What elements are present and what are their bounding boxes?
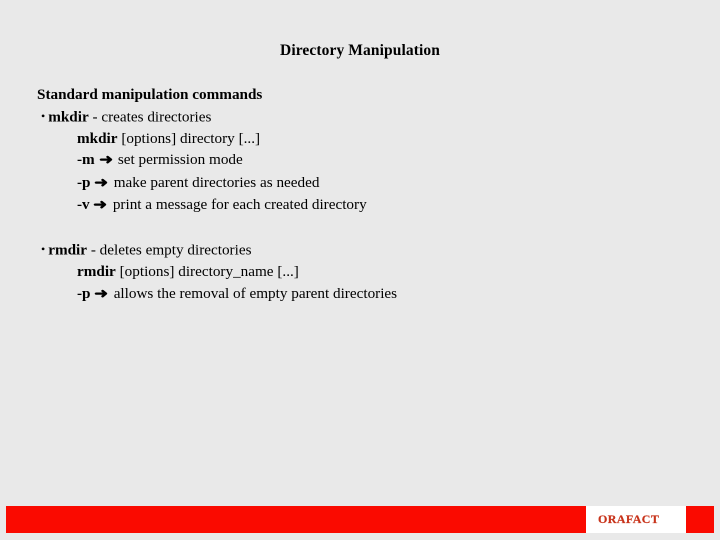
command-name: mkdir	[48, 108, 89, 126]
presentation-slide: Directory Manipulation Standard manipula…	[0, 0, 720, 540]
option-description: print a message for each created directo…	[112, 196, 367, 214]
right-arrow-icon: ➜	[98, 152, 113, 168]
syntax-arguments: [options] directory_name [...]	[115, 263, 299, 281]
slide-body: Standard manipulation commands • mkdir - …	[37, 84, 677, 305]
option-description: set permission mode	[117, 151, 243, 169]
command-name: rmdir	[48, 241, 88, 259]
syntax-line: mkdir [options] directory [...]	[77, 128, 677, 150]
option-line: -m ➜ set permission mode	[77, 149, 677, 172]
command-description: - creates directories	[88, 108, 212, 126]
option-flag: -v	[77, 196, 90, 214]
option-flag: -m	[77, 151, 95, 169]
list-item: • rmdir - deletes empty directories	[41, 239, 677, 261]
bullet-dot-icon: •	[41, 242, 46, 257]
right-arrow-icon: ➜	[94, 175, 109, 191]
orafact-logo: ORAFACT	[598, 512, 660, 526]
syntax-command: rmdir	[77, 263, 116, 281]
option-flag: -p	[77, 173, 91, 191]
syntax-line: rmdir [options] directory_name [...]	[77, 261, 677, 283]
command-description: - deletes empty directories	[87, 241, 252, 259]
option-description: make parent directories as needed	[113, 173, 320, 191]
right-arrow-icon: ➜	[93, 197, 108, 214]
bullet-dot-icon: •	[41, 108, 46, 123]
syntax-arguments: [options] directory [...]	[117, 129, 261, 147]
option-description: allows the removal of empty parent direc…	[113, 284, 398, 302]
option-line: -p ➜ make parent directories as needed	[77, 172, 677, 195]
logo-badge: ORAFACT	[586, 506, 686, 533]
list-item: • mkdir - creates directories	[41, 106, 677, 128]
option-line: -v ➜ print a message for each created di…	[77, 194, 677, 217]
option-flag: -p	[77, 284, 91, 302]
syntax-command: mkdir	[77, 129, 118, 147]
footer-bar: ORAFACT	[6, 506, 714, 533]
page-title: Directory Manipulation	[280, 42, 440, 59]
right-arrow-icon: ➜	[94, 286, 109, 302]
body-heading: Standard manipulation commands	[37, 86, 263, 103]
option-line: -p ➜ allows the removal of empty parent …	[77, 283, 677, 306]
